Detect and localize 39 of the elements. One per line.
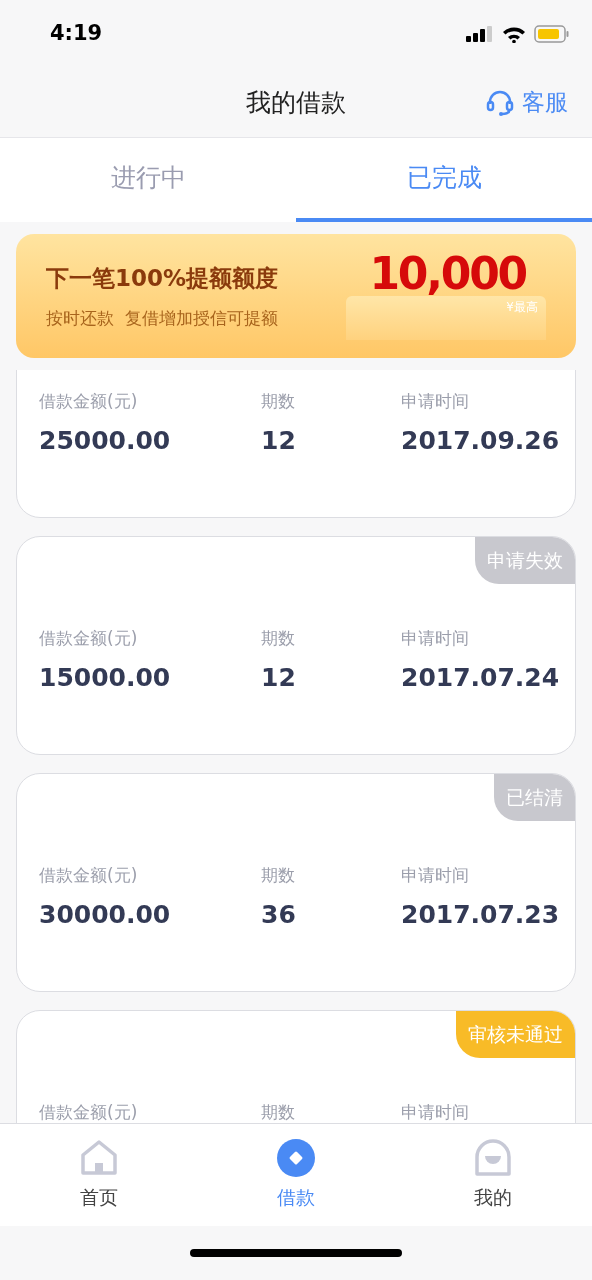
banner-headline: 下一笔100%提额额度 <box>46 264 279 293</box>
loan-card[interactable]: 借款金额(元) 期数 申请时间 25000.00 12 2017.09.26 <box>16 370 576 518</box>
status-badge: 审核未通过 <box>456 1011 575 1058</box>
signal-icon <box>466 26 494 42</box>
field-label: 申请时间 <box>401 390 469 412</box>
tab[interactable]: 已完成 <box>296 138 592 222</box>
field-label: 借款金额(元) <box>39 864 138 886</box>
field-label: 期数 <box>261 390 295 412</box>
field-label: 借款金额(元) <box>39 390 138 412</box>
loan-date: 2017.09.26 <box>401 425 560 457</box>
status-time: 4:19 <box>50 20 103 48</box>
nav-item[interactable]: 首页 <box>0 1124 198 1226</box>
field-label: 申请时间 <box>401 627 469 649</box>
loan-periods: 36 <box>261 899 296 931</box>
battery-icon <box>534 25 570 43</box>
page-title: 我的借款 <box>246 86 346 119</box>
nav-item[interactable]: 借款 <box>197 1124 395 1226</box>
field-label: 申请时间 <box>401 864 469 886</box>
loan-periods: 12 <box>261 425 296 457</box>
field-label: 期数 <box>261 1101 295 1123</box>
loan-date: 2017.07.23 <box>401 899 560 931</box>
field-label: 期数 <box>261 864 295 886</box>
loan-periods: 12 <box>261 662 296 694</box>
customer-service-button[interactable]: 客服 <box>486 85 568 120</box>
amount-note: ¥最高 <box>506 299 538 316</box>
loan-amount: 30000.00 <box>39 899 171 931</box>
loan-date: 2017.07.24 <box>401 662 560 694</box>
loan-amount: 25000.00 <box>39 425 171 457</box>
headset-icon <box>486 88 514 117</box>
field-label: 借款金额(元) <box>39 627 138 649</box>
banner-subline: 按时还款 复借增加授信可提额 <box>46 306 279 330</box>
promo-banner[interactable]: 下一笔100%提额额度 按时还款 复借增加授信可提额 10,000 ¥最高 <box>16 234 576 358</box>
banner-amount: 10,000 <box>369 252 526 296</box>
loan-amount: 15000.00 <box>39 662 171 694</box>
field-label: 借款金额(元) <box>39 1101 138 1123</box>
nav-item[interactable]: 我的 <box>394 1124 592 1226</box>
field-label: 期数 <box>261 627 295 649</box>
wifi-icon <box>502 25 526 43</box>
field-label: 申请时间 <box>401 1101 469 1123</box>
